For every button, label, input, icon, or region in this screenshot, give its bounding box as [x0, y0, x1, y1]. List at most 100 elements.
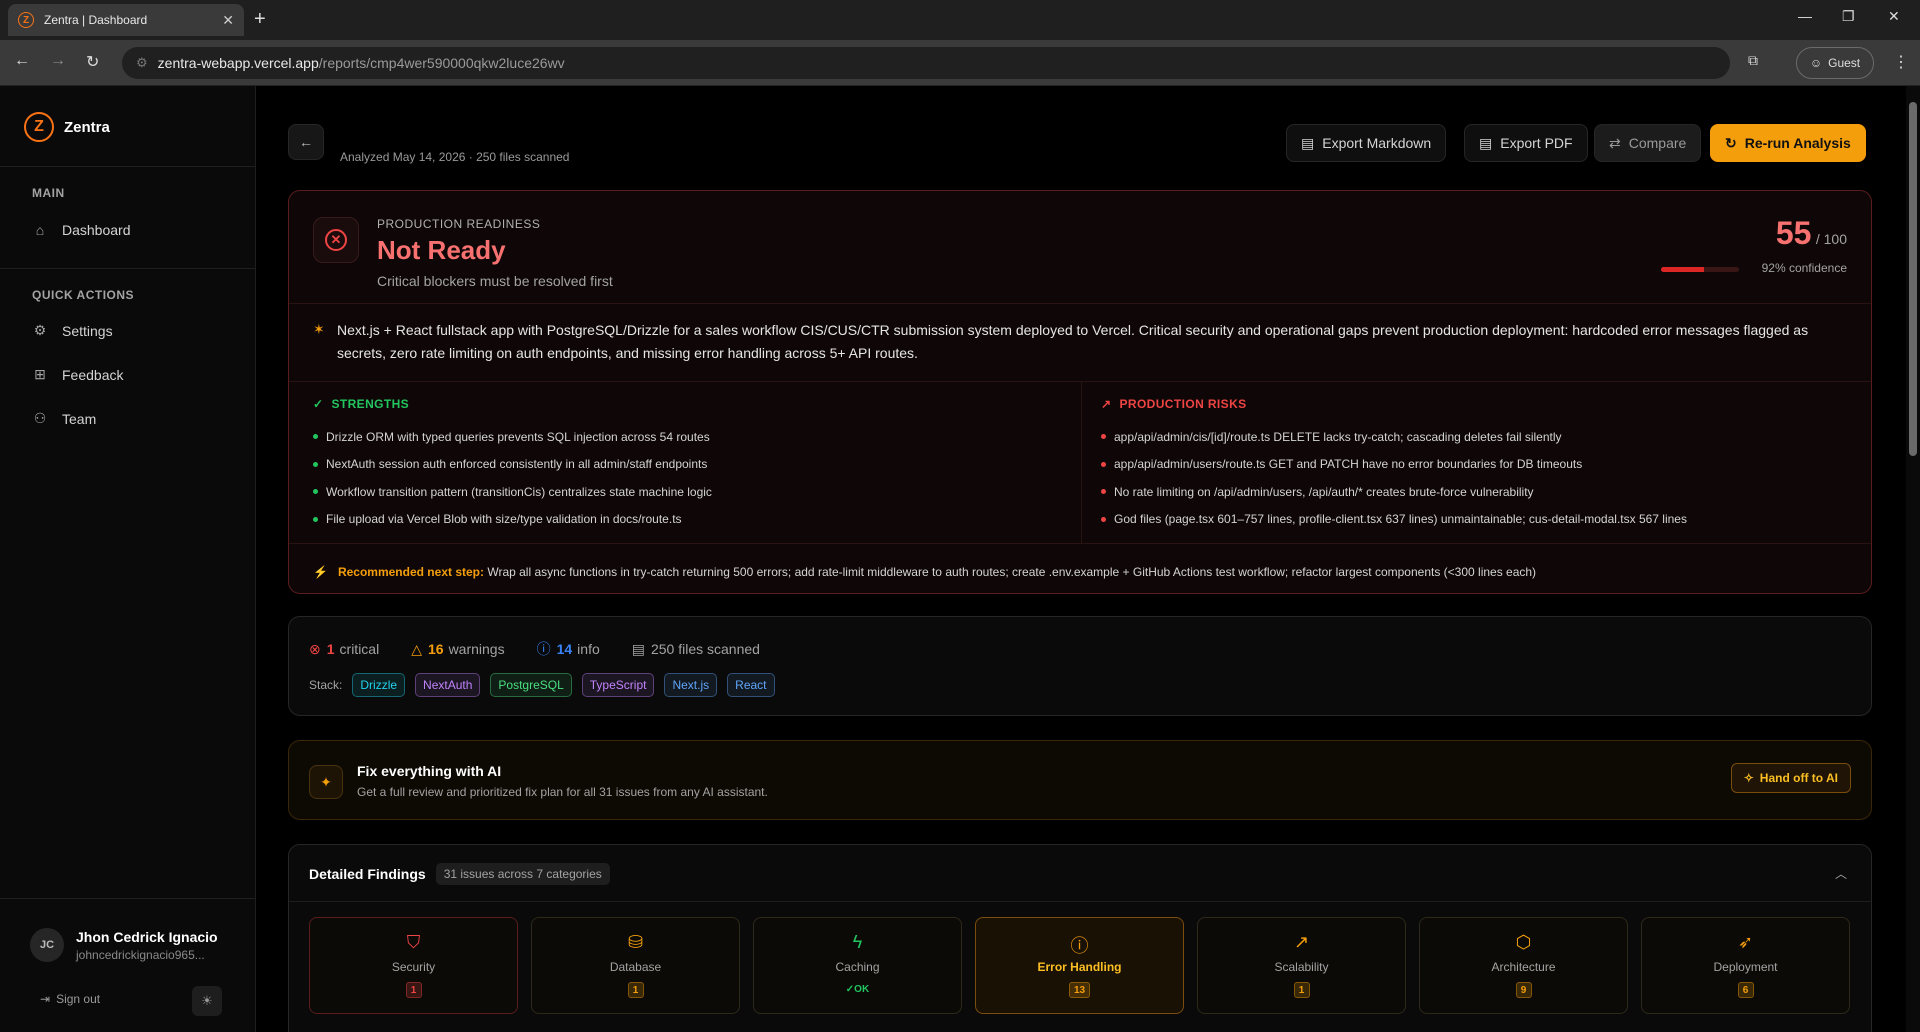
readiness-subtitle: Critical blockers must be resolved first [377, 273, 613, 289]
divider [0, 268, 256, 269]
main-content: ← Analyzed May 14, 2026 · 250 files scan… [256, 86, 1904, 1032]
category-label: Architecture [1491, 960, 1556, 974]
category-database[interactable]: ⛁ Database 1 [531, 917, 740, 1014]
status-icon-container: ✕ [313, 217, 359, 263]
reload-icon[interactable]: ↻ [86, 52, 99, 72]
back-button[interactable]: ← [288, 124, 324, 160]
risks-heading: ↗ PRODUCTION RISKS [1101, 397, 1861, 411]
sidebar-item-settings[interactable]: ⚙ Settings [32, 322, 113, 339]
theme-toggle-button[interactable]: ☀ [192, 986, 222, 1016]
chevron-up-icon[interactable]: ︿ [1835, 865, 1847, 882]
list-item: God files (page.tsx 601–757 lines, profi… [1101, 506, 1861, 534]
avatar: JC [30, 928, 64, 962]
back-icon[interactable]: ← [14, 52, 30, 70]
findings-title: Detailed Findings [309, 866, 426, 882]
rerun-analysis-button[interactable]: ↻ Re-run Analysis [1710, 124, 1866, 162]
bullet-icon [1101, 489, 1106, 495]
user-name: Jhon Cedrick Ignacio [76, 928, 218, 945]
category-count-badge: 13 [1068, 982, 1091, 998]
sidebar-item-team[interactable]: ⚇ Team [32, 410, 97, 427]
divider [289, 381, 1871, 382]
export-pdf-button[interactable]: ▤ Export PDF [1464, 124, 1588, 162]
section-quick-actions: QUICK ACTIONS [32, 288, 135, 302]
export-markdown-button[interactable]: ▤ Export Markdown [1286, 124, 1447, 162]
readiness-score: 55 / 100 [1776, 215, 1847, 252]
minimize-icon[interactable]: — [1798, 8, 1812, 24]
browser-tabstrip: Z Zentra | Dashboard ✕ + — ❐ ✕ [0, 0, 1920, 40]
strengths-label: STRENGTHS [331, 397, 410, 411]
detailed-findings-card: Detailed Findings 31 issues across 7 cat… [288, 844, 1872, 1032]
page-scrollbar[interactable] [1906, 86, 1920, 1032]
file-icon: ▤ [631, 640, 645, 657]
x-circle-icon: ✕ [325, 229, 347, 251]
category-caching[interactable]: ϟ Caching ✓OK [753, 917, 962, 1014]
category-label: Scalability [1274, 960, 1329, 974]
close-tab-icon[interactable]: ✕ [222, 12, 234, 29]
lens-icon[interactable]: ⧉ [1748, 52, 1758, 69]
alert-circle-icon: ⓘ [1070, 936, 1089, 956]
category-deployment[interactable]: ➶ Deployment 6 [1641, 917, 1850, 1014]
address-bar[interactable]: ⚙ zentra-webapp.vercel.app/reports/cmp4w… [122, 47, 1730, 79]
close-window-icon[interactable]: ✕ [1888, 8, 1900, 25]
next-step-label: Recommended next step: [337, 565, 484, 579]
scrollbar-thumb[interactable] [1909, 102, 1917, 456]
browser-toolbar: ← → ↻ ⚙ zentra-webapp.vercel.app/reports… [0, 40, 1920, 86]
sign-out-button[interactable]: ⇥ Sign out [40, 992, 100, 1006]
stack-pill: NextAuth [415, 673, 481, 697]
score-value: 55 [1775, 215, 1812, 251]
menu-icon[interactable]: ⋮ [1893, 52, 1909, 72]
new-tab-icon[interactable]: + [254, 8, 266, 31]
stack-pill: Drizzle [352, 673, 406, 697]
sidebar-item-feedback[interactable]: ⊞ Feedback [32, 366, 123, 383]
category-error-handling[interactable]: ⓘ Error Handling 13 [975, 917, 1184, 1014]
bullet-icon [313, 434, 318, 440]
bullet-icon [313, 489, 318, 495]
bullet-icon [313, 516, 318, 522]
stack-pill: TypeScript [581, 673, 655, 697]
category-count-badge: 1 [1293, 982, 1310, 998]
category-label: Deployment [1713, 960, 1778, 974]
category-count-badge: ✓OK [845, 984, 870, 995]
site-info-icon[interactable]: ⚙ [136, 55, 148, 71]
confidence-text: 92% confidence [1761, 261, 1847, 275]
sparkles-icon: ✦ [309, 765, 343, 799]
category-architecture[interactable]: ⬡ Architecture 9 [1419, 917, 1628, 1014]
user-profile[interactable]: JC Jhon Cedrick Ignacio johncedrickignac… [30, 928, 218, 962]
refresh-icon: ↻ [1725, 134, 1737, 151]
category-count-badge: 9 [1515, 982, 1532, 998]
files-scanned-label: 250 files scanned [650, 640, 760, 657]
export-markdown-label: Export Markdown [1322, 135, 1432, 151]
divider [289, 543, 1871, 544]
score-progress-fill [1661, 267, 1704, 272]
risk-text: app/api/admin/users/route.ts GET and PAT… [1114, 457, 1583, 472]
restore-icon[interactable]: ❐ [1842, 8, 1855, 25]
message-square-icon: ⊞ [34, 366, 46, 382]
sidebar: Z Zentra MAIN ⌂ Dashboard QUICK ACTIONS ⚙… [0, 86, 256, 1032]
category-scalability[interactable]: ↗ Scalability 1 [1197, 917, 1406, 1014]
strengths-list: Drizzle ORM with typed queries prevents … [313, 423, 1073, 533]
recommended-next-step: ⚡ Recommended next step: Wrap all async … [313, 565, 1536, 579]
readiness-label: PRODUCTION READINESS [377, 217, 541, 231]
list-item: Workflow transition pattern (transitionC… [313, 478, 1073, 506]
compare-button[interactable]: ⇄ Compare [1594, 124, 1702, 162]
info-icon: ⓘ [536, 641, 551, 657]
ai-card-subtitle: Get a full review and prioritized fix pl… [357, 785, 768, 799]
browser-tab[interactable]: Z Zentra | Dashboard ✕ [8, 4, 244, 36]
check-circle-icon: ✓ [313, 397, 324, 411]
forward-icon[interactable]: → [50, 52, 66, 70]
trend-up-icon: ↗ [1293, 932, 1310, 952]
analysis-meta: Analyzed May 14, 2026 · 250 files scanne… [340, 150, 570, 164]
hand-off-to-ai-button[interactable]: ✧ Hand off to AI [1730, 763, 1851, 793]
sidebar-item-dashboard[interactable]: ⌂ Dashboard [32, 222, 131, 238]
home-icon: ⌂ [35, 222, 45, 238]
critical-count: ⊗ 1 critical [309, 641, 379, 658]
divider [289, 901, 1871, 902]
risks-label: PRODUCTION RISKS [1119, 397, 1247, 411]
sun-icon: ☀ [201, 993, 213, 1008]
category-label: Caching [835, 960, 880, 974]
profile-button[interactable]: ☺ Guest [1796, 47, 1874, 79]
brand-logo[interactable]: Z Zentra [24, 112, 110, 142]
category-security[interactable]: ⛉ Security 1 [309, 917, 518, 1014]
next-step-body: Wrap all async functions in try-catch re… [487, 565, 1537, 579]
ai-fix-card: ✦ Fix everything with AI Get a full revi… [288, 740, 1872, 820]
